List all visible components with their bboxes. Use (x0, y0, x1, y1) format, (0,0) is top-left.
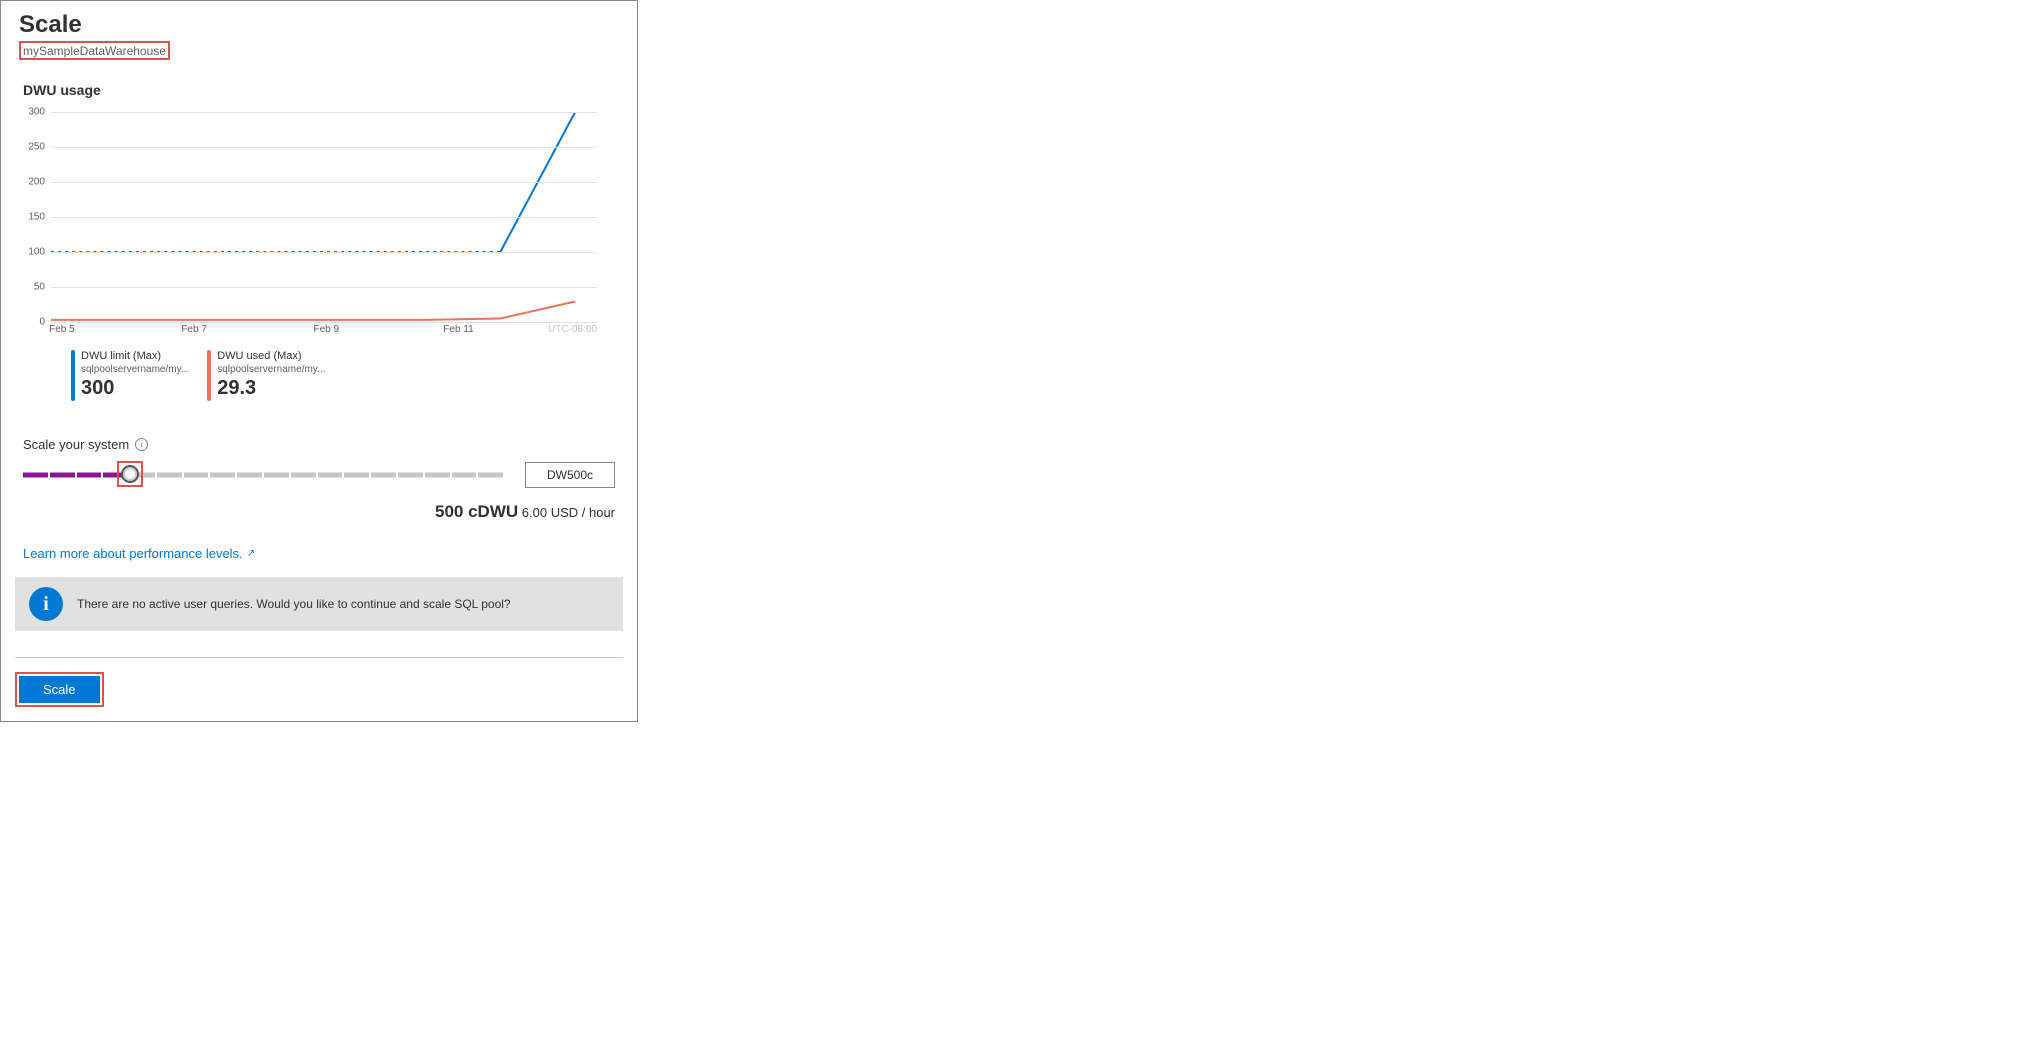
slider-thumb[interactable] (121, 465, 139, 483)
external-link-icon: ↗ (247, 548, 255, 559)
scale-button[interactable]: Scale (19, 676, 100, 703)
dwu-slider[interactable] (23, 463, 505, 487)
scale-button-highlight: Scale (15, 672, 104, 707)
y-tick-label: 50 (34, 282, 45, 293)
timezone-label: UTC-08:00 (548, 324, 597, 335)
x-tick-label: Feb 5 (49, 324, 75, 335)
x-tick-label: Feb 7 (181, 324, 207, 335)
y-tick-label: 250 (28, 142, 45, 153)
chart-legend: DWU limit (Max)sqlpoolservername/my...30… (21, 342, 617, 409)
y-tick-label: 300 (28, 107, 45, 118)
panel-header: Scale mySampleDataWarehouse (1, 1, 637, 62)
scale-label: Scale your system i (23, 437, 615, 452)
y-tick-label: 200 (28, 177, 45, 188)
info-banner: i There are no active user queries. Woul… (15, 577, 623, 631)
resource-name-highlight: mySampleDataWarehouse (19, 41, 170, 60)
y-tick-label: 150 (28, 212, 45, 223)
x-tick-label: Feb 9 (314, 324, 340, 335)
price-summary: 500 cDWU 6.00 USD / hour (1, 488, 637, 526)
chart-title: DWU usage (1, 62, 637, 102)
info-icon[interactable]: i (135, 438, 148, 451)
legend-item: DWU used (Max)sqlpoolservername/my...29.… (207, 350, 325, 401)
slider-thumb-highlight (117, 461, 143, 487)
legend-item: DWU limit (Max)sqlpoolservername/my...30… (71, 350, 189, 401)
y-tick-label: 0 (39, 317, 45, 328)
scale-panel: Scale mySampleDataWarehouse DWU usage 0 5… (0, 0, 638, 722)
y-tick-label: 100 (28, 247, 45, 258)
x-tick-label: Feb 11 (443, 324, 473, 335)
scale-section: Scale your system i (1, 409, 637, 456)
resource-name: mySampleDataWarehouse (23, 44, 166, 58)
page-title: Scale (19, 11, 619, 39)
learn-more-link[interactable]: Learn more about performance levels. ↗ (1, 526, 277, 571)
dwu-value-field[interactable]: DW500c (525, 462, 615, 488)
dwu-usage-chart: 0 50 100 150 200 250 300 Feb 5 Feb 7 Feb 9 Feb 11… (1, 102, 637, 409)
info-circle-icon: i (29, 587, 63, 621)
